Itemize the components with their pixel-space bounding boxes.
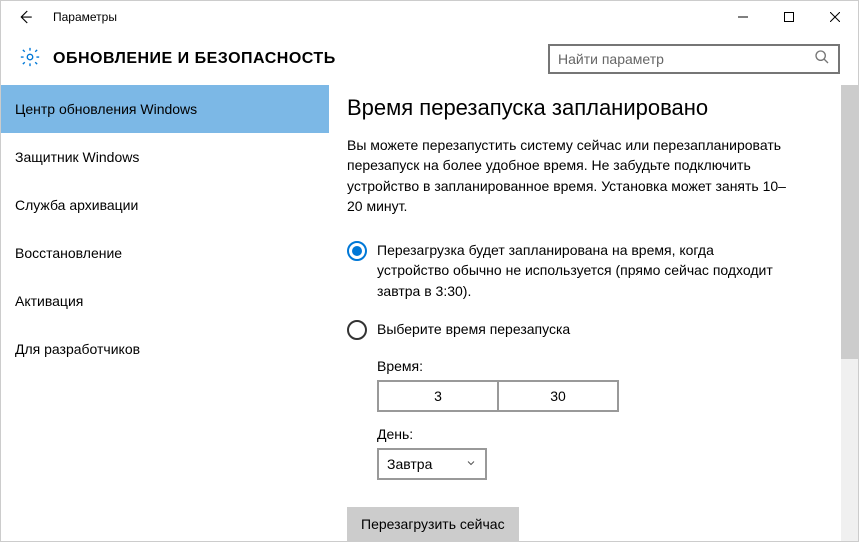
restart-now-button[interactable]: Перезагрузить сейчас bbox=[347, 507, 519, 541]
maximize-icon bbox=[784, 12, 794, 22]
back-button[interactable] bbox=[1, 1, 49, 33]
scrollbar-thumb[interactable] bbox=[841, 85, 858, 359]
radio-icon bbox=[347, 241, 367, 261]
header-title: ОБНОВЛЕНИЕ И БЕЗОПАСНОСТЬ bbox=[53, 50, 336, 68]
gear-icon bbox=[19, 46, 41, 73]
button-label: Перезагрузить сейчас bbox=[361, 516, 505, 532]
radio-label: Перезагрузка будет запланирована на врем… bbox=[377, 240, 787, 301]
day-label: День: bbox=[377, 426, 830, 442]
minimize-button[interactable] bbox=[720, 1, 766, 33]
search-input[interactable] bbox=[558, 51, 814, 67]
search-box[interactable] bbox=[548, 44, 840, 74]
titlebar: Параметры bbox=[1, 1, 858, 33]
sidebar-item-label: Центр обновления Windows bbox=[15, 101, 197, 117]
time-minute[interactable]: 30 bbox=[499, 382, 617, 410]
sidebar-item-developers[interactable]: Для разработчиков bbox=[1, 325, 329, 373]
sidebar-item-activation[interactable]: Активация bbox=[1, 277, 329, 325]
sidebar-item-label: Восстановление bbox=[15, 245, 122, 261]
header: ОБНОВЛЕНИЕ И БЕЗОПАСНОСТЬ bbox=[1, 33, 858, 85]
minimize-icon bbox=[738, 12, 748, 22]
sidebar: Центр обновления Windows Защитник Window… bbox=[1, 85, 329, 541]
sidebar-item-windows-update[interactable]: Центр обновления Windows bbox=[1, 85, 329, 133]
time-picker[interactable]: 3 30 bbox=[377, 380, 619, 412]
sidebar-item-backup[interactable]: Служба архивации bbox=[1, 181, 329, 229]
chevron-down-icon bbox=[465, 456, 477, 472]
time-label: Время: bbox=[377, 358, 830, 374]
content-pane: Время перезапуска запланировано Вы может… bbox=[329, 85, 858, 541]
radio-icon bbox=[347, 320, 367, 340]
radio-label: Выберите время перезапуска bbox=[377, 319, 570, 339]
sidebar-item-label: Активация bbox=[15, 293, 83, 309]
window-title: Параметры bbox=[49, 10, 117, 24]
back-arrow-icon bbox=[16, 8, 34, 26]
search-icon bbox=[814, 49, 830, 70]
sidebar-item-label: Служба архивации bbox=[15, 197, 138, 213]
sidebar-item-defender[interactable]: Защитник Windows bbox=[1, 133, 329, 181]
radio-pick-time[interactable]: Выберите время перезапуска bbox=[347, 319, 787, 340]
sidebar-item-recovery[interactable]: Восстановление bbox=[1, 229, 329, 277]
page-title: Время перезапуска запланировано bbox=[347, 95, 830, 121]
window-controls bbox=[720, 1, 858, 33]
radio-auto-schedule[interactable]: Перезагрузка будет запланирована на врем… bbox=[347, 240, 787, 301]
close-icon bbox=[830, 12, 840, 22]
day-select[interactable]: Завтра bbox=[377, 448, 487, 480]
maximize-button[interactable] bbox=[766, 1, 812, 33]
sidebar-item-label: Для разработчиков bbox=[15, 341, 140, 357]
close-button[interactable] bbox=[812, 1, 858, 33]
scrollbar[interactable] bbox=[841, 85, 858, 541]
sidebar-item-label: Защитник Windows bbox=[15, 149, 139, 165]
day-value: Завтра bbox=[387, 456, 432, 472]
page-description: Вы можете перезапустить систему сейчас и… bbox=[347, 135, 787, 216]
time-hour[interactable]: 3 bbox=[379, 382, 499, 410]
